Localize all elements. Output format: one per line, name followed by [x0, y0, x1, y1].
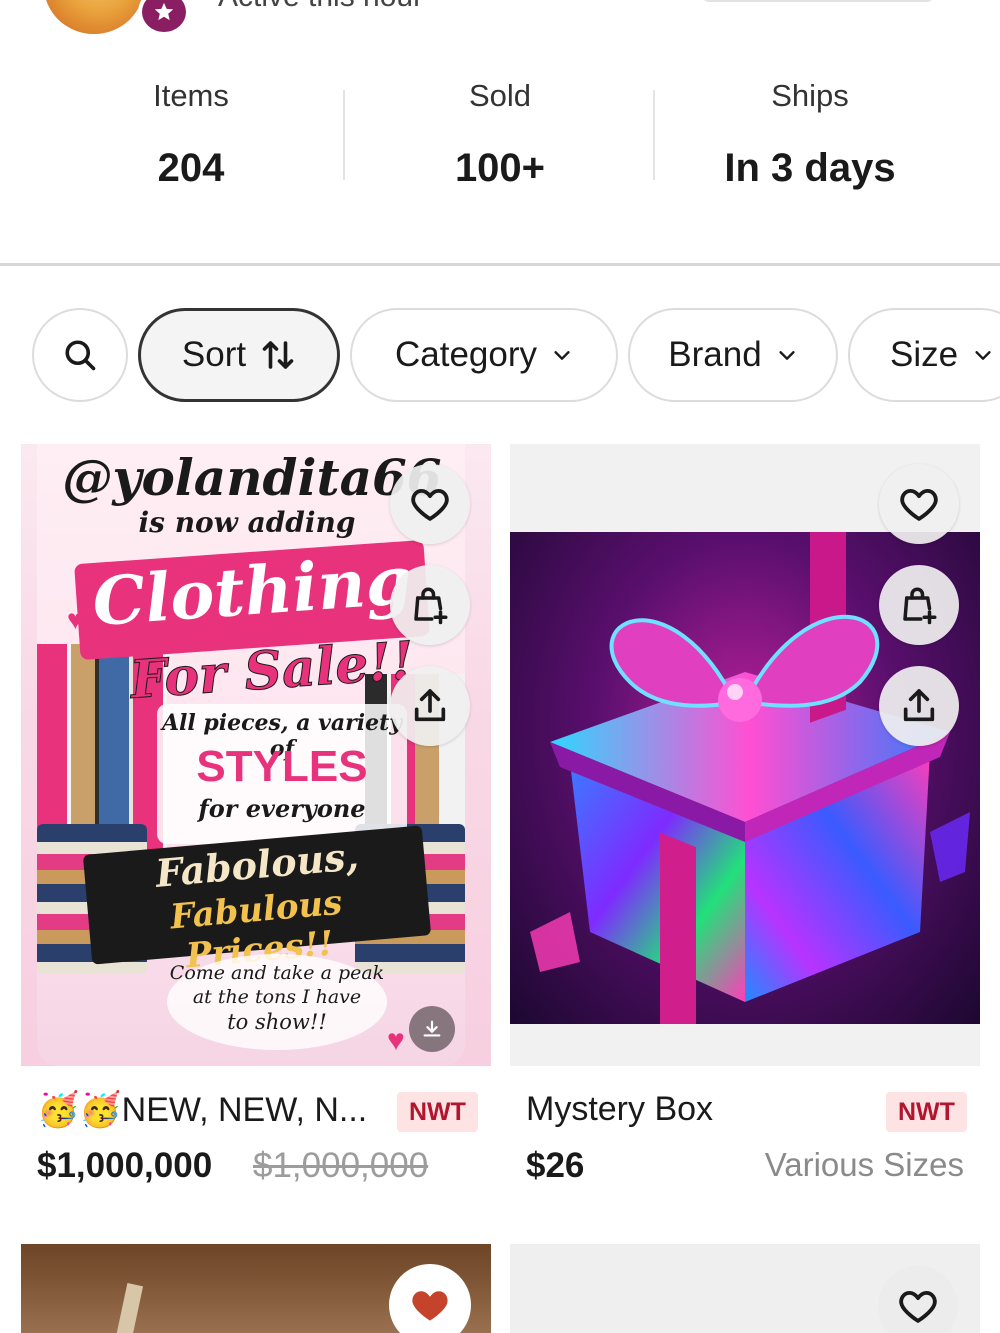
brand-filter[interactable]: Brand	[628, 308, 838, 402]
heart-filled-icon	[412, 1291, 448, 1321]
add-to-bundle-button[interactable]	[390, 565, 470, 645]
chevron-down-icon	[779, 351, 795, 360]
search-icon	[65, 340, 96, 371]
section-divider	[0, 263, 1000, 266]
search-button[interactable]	[32, 308, 128, 402]
heart-outline-icon	[900, 488, 938, 521]
listing-price: $1,000,000	[37, 1146, 213, 1185]
size-label: Size	[890, 335, 959, 374]
nwt-badge: NWT	[397, 1092, 478, 1132]
stat-label: Sold	[468, 78, 532, 113]
stat-label: Ships	[771, 78, 849, 113]
flyer-line5: STYLES	[196, 742, 368, 791]
avatar[interactable]	[44, 0, 144, 34]
stat-value: 204	[157, 146, 225, 190]
stat-value: 100+	[454, 146, 546, 190]
sort-button[interactable]: Sort	[138, 308, 340, 402]
listing-image	[114, 1282, 144, 1333]
download-icon	[409, 1006, 455, 1052]
listing-card[interactable]: @yolandita66 is now adding Clothing For …	[21, 444, 491, 1196]
share-button[interactable]	[879, 666, 959, 746]
share-button[interactable]	[390, 666, 470, 746]
listing-price: $26	[526, 1146, 585, 1185]
like-button[interactable]	[879, 464, 959, 544]
heart-decoration-icon: ♥	[67, 604, 84, 635]
price-row: $26 Various Sizes	[510, 1146, 980, 1196]
like-button[interactable]	[389, 1264, 471, 1333]
listing-card[interactable]	[510, 1244, 980, 1333]
brand-label: Brand	[668, 335, 762, 374]
price-row: $1,000,000 $1,000,000	[21, 1146, 491, 1196]
sort-label: Sort	[181, 335, 247, 374]
closet-stats: Items 204 Sold 100+ Ships In 3 days	[0, 70, 1000, 200]
chevron-down-icon	[554, 351, 570, 360]
stat-sold: Sold 100+	[345, 70, 655, 191]
heart-outline-icon	[411, 488, 449, 521]
flyer-line1: is now adding	[138, 506, 356, 539]
follow-button[interactable]	[700, 0, 936, 2]
chevron-down-icon	[975, 351, 991, 360]
original-price: $1,000,000	[253, 1146, 429, 1185]
closet-header: Active this hour	[0, 0, 1000, 40]
bag-plus-icon	[414, 587, 448, 625]
active-status-text: Active this hour	[218, 0, 423, 14]
flyer-handle: @yolandita66	[62, 448, 442, 507]
flyer-line10: at the tons I have	[192, 986, 362, 1008]
heart-outline-icon	[899, 1290, 937, 1323]
stat-value: In 3 days	[724, 146, 896, 190]
add-to-bundle-button[interactable]	[879, 565, 959, 645]
flyer-line11: to show!!	[227, 1010, 327, 1034]
flyer-graphic: @yolandita66 is now adding Clothing For …	[37, 444, 465, 1066]
share-upload-icon	[414, 689, 446, 722]
stat-items: Items 204	[36, 70, 346, 191]
listing-image[interactable]: @yolandita66 is now adding Clothing For …	[21, 444, 491, 1066]
nwt-badge: NWT	[886, 1092, 967, 1132]
share-upload-icon	[903, 689, 935, 722]
listing-title-row: 🥳🥳NEW, NEW, N... NWT	[21, 1084, 491, 1146]
listing-title-row: Mystery Box NWT	[510, 1084, 980, 1146]
stat-label: Items	[153, 78, 229, 113]
category-label: Category	[394, 335, 538, 374]
heart-decoration-icon: ♥	[387, 1024, 405, 1057]
listing-title[interactable]: Mystery Box	[526, 1090, 713, 1129]
listing-size: Various Sizes	[764, 1146, 964, 1183]
like-button[interactable]	[878, 1266, 958, 1333]
flyer-line9: Come and take a peak	[169, 962, 385, 984]
category-filter[interactable]: Category	[350, 308, 618, 402]
size-filter[interactable]: Size	[848, 308, 1000, 402]
stat-ships: Ships In 3 days	[655, 70, 965, 191]
bag-plus-icon	[903, 587, 937, 625]
like-button[interactable]	[390, 464, 470, 544]
listing-card[interactable]	[21, 1244, 491, 1333]
listing-title[interactable]: 🥳🥳NEW, NEW, N...	[37, 1090, 367, 1130]
sort-arrows-icon	[262, 341, 294, 369]
ambassador-star-icon	[138, 0, 190, 36]
listing-image[interactable]	[510, 444, 980, 1066]
filter-bar: Sort Category Brand Size	[0, 308, 1000, 404]
flyer-line6: for everyone	[198, 794, 366, 823]
listing-card[interactable]: Mystery Box NWT $26 Various Sizes	[510, 444, 980, 1196]
